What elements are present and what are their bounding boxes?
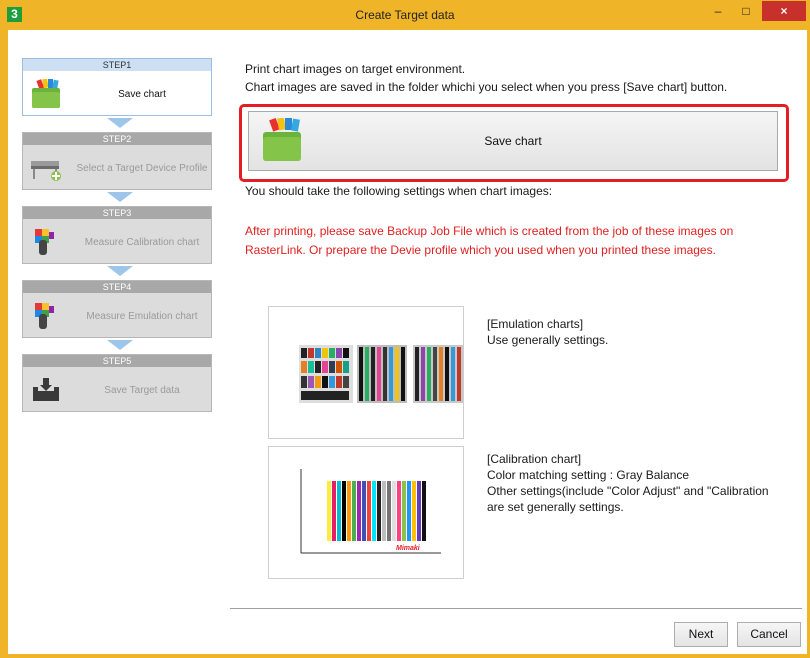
step-header: STEP3 [23,207,211,219]
calibration-chart-brand: Mimaki [396,545,421,552]
folder-chart-icon [32,79,60,108]
printer-icon [31,161,61,181]
close-button[interactable]: × [762,1,806,21]
step-2-select-profile[interactable]: STEP2 Select a Target Device Profile [22,132,212,190]
step-5-save-target[interactable]: STEP5 Save Target data [22,354,212,412]
save-chart-button-label: Save chart [484,134,542,148]
colorimeter-icon [35,303,54,329]
calibration-line1: Color matching setting : Gray Balance [487,468,690,482]
step-arrow-icon [107,266,133,276]
save-chart-button[interactable]: Save chart [248,111,778,171]
intro-text-line2: Chart images are saved in the folder whi… [245,80,728,94]
calibration-chart-image: Mimaki [300,469,441,554]
step-label: Measure Calibration chart [84,236,200,248]
step-header: STEP2 [23,133,211,145]
step-header: STEP1 [23,59,211,71]
emulation-description: Use generally settings. [487,333,609,347]
emulation-chart-image [299,345,463,403]
step-header: STEP4 [23,281,211,293]
calibration-title: [Calibration chart] [487,452,582,466]
maximize-button[interactable]: □ [733,1,759,21]
calibration-line2: Other settings(include "Color Adjust" an… [487,484,769,498]
step-4-measure-emulation[interactable]: STEP4 Measure Emulation chart [22,280,212,338]
calibration-line3: are set generally settings. [487,500,624,514]
warning-text: After printing, please save Backup Job F… [245,224,734,257]
title-bar[interactable]: 3 Create Target data – □ × [0,0,810,30]
step-3-measure-calibration[interactable]: STEP3 Measure Calibration chart [22,206,212,264]
step-1-save-chart[interactable]: STEP1 Save chart [22,58,212,116]
window-title: Create Target data [355,8,455,22]
footer-divider [230,608,802,609]
step-arrow-icon [107,340,133,350]
step-arrow-icon [107,192,133,202]
cancel-button[interactable]: Cancel [737,622,801,647]
step-arrow-icon [107,118,133,128]
emulation-title: [Emulation charts] [487,317,584,331]
step-label: Save Target data [104,384,180,396]
emulation-chart-thumbnail [268,306,464,439]
minimize-button[interactable]: – [705,1,731,21]
next-button[interactable]: Next [674,622,728,647]
step-label: Measure Emulation chart [86,310,198,322]
colorimeter-icon [35,229,54,255]
step-label: Select a Target Device Profile [76,162,208,174]
save-tray-icon [33,378,59,401]
step-label: Save chart [118,88,166,100]
step-header: STEP5 [23,355,211,367]
intro-text-line1: Print chart images on target environment… [245,62,466,76]
settings-heading: You should take the following settings w… [245,184,553,198]
calibration-chart-thumbnail: Mimaki [268,446,464,579]
